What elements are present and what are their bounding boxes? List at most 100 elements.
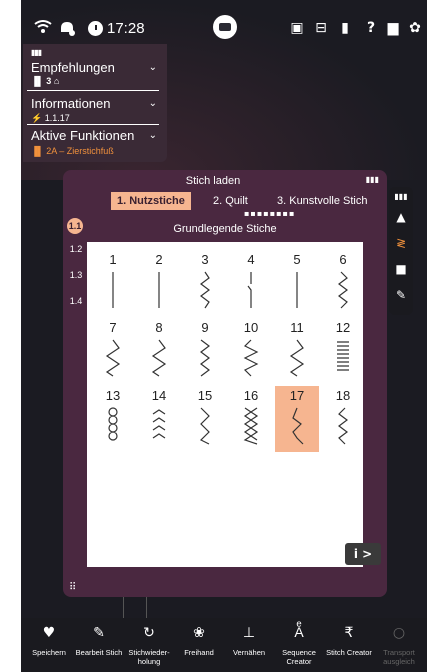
info-version: 1.1.17	[44, 113, 70, 123]
stitch-cell-18[interactable]: 18	[321, 386, 365, 452]
bottom-button-label: Bearbeit Stich	[75, 648, 123, 657]
stitch-cell-12[interactable]: 12	[321, 318, 365, 384]
chevron-down-icon[interactable]: ⌄	[149, 98, 157, 109]
wifi-update-icon[interactable]: ▣	[289, 20, 305, 36]
dialog-title: Stich laden	[185, 175, 241, 187]
file-manager-icon[interactable]: ⊟	[313, 20, 329, 36]
sewing-machine-icon: ⌂	[53, 76, 60, 86]
stitch-number: 8	[155, 320, 163, 335]
stitch-9-icon	[200, 339, 210, 377]
wifi-icon	[34, 20, 52, 33]
bottom-button-label: Sequence Creator	[282, 648, 316, 666]
stitch-16-icon	[243, 407, 259, 445]
drag-handle-icon[interactable]: ▮▮▮	[393, 189, 409, 205]
machine-mode-button[interactable]	[213, 15, 237, 39]
stitch-icon: ⚡	[31, 113, 43, 123]
bottom-button-label: Speichern	[32, 648, 66, 657]
tab-utility-stitches[interactable]: 1. Nutzstiche	[111, 192, 191, 210]
stitch-cell-3[interactable]: 3	[183, 250, 227, 316]
feed-balance-icon: ○	[392, 625, 406, 641]
machine-screen: 17:28 ▣ ⊟ ▮ ? ▆ ✿ ▮▮▮ Empfehlungen ⌄ ▐▌ …	[21, 0, 427, 672]
bottom-button-freehand[interactable]: ❀ Freihand	[175, 618, 223, 672]
bottom-button-stitch-creator[interactable]: ₹ Stitch Creator	[325, 618, 373, 672]
info-details: ⚡ 1.1.17	[31, 113, 70, 124]
bottom-button-label: Transport ausgleich	[383, 648, 415, 666]
bottom-button-repeat[interactable]: ↻ Stichwieder-holung	[125, 618, 173, 672]
divider	[27, 90, 159, 91]
subcategory-1-2[interactable]: 1.2	[65, 244, 87, 254]
book-icon[interactable]: ▮	[337, 20, 353, 36]
active-functions-details: ▐▌ 2A – Zierstichfuß	[31, 146, 114, 156]
subcategory-1-4[interactable]: 1.4	[65, 296, 87, 306]
bottom-button-sequence[interactable]: Aͤ Sequence Creator	[275, 618, 323, 672]
stitch-15-icon	[199, 407, 210, 445]
bottom-button-label: Freihand	[184, 648, 214, 657]
freehand-icon: ❀	[193, 625, 205, 641]
stitch-cell-11[interactable]: 11	[275, 318, 319, 384]
tie-off-icon: ⊥	[242, 625, 256, 641]
subcategory-heading: Grundlegende Stiche	[173, 223, 277, 235]
page-dots: ▪▪▪▪▪▪▪▪	[244, 209, 296, 218]
stitch-number: 17	[289, 388, 305, 403]
stitch-cell-5[interactable]: 5	[275, 250, 319, 316]
recommendations-details: ▐▌ 3 ⌂	[31, 76, 59, 86]
stitch-1-icon	[112, 272, 114, 308]
active-functions-label[interactable]: Aktive Funktionen	[31, 128, 134, 143]
stitch-8-icon	[151, 339, 167, 377]
stitch-cell-14[interactable]: 14	[137, 386, 181, 452]
stitch-cell-10[interactable]: 10	[229, 318, 273, 384]
drag-handle-icon[interactable]: ▮▮▮	[366, 175, 379, 184]
stitch-cell-7[interactable]: 7	[91, 318, 135, 384]
divider	[27, 124, 159, 125]
grid-view-icon[interactable]: ⠿	[69, 582, 76, 593]
stitch-cell-4[interactable]: 4	[229, 250, 273, 316]
stitch-number: 15	[197, 388, 213, 403]
stitch-number: 11	[290, 320, 304, 335]
bottom-function-bar: ♥ Speichern ✎ Bearbeit Stich ↻ Stichwieder-ho…	[21, 618, 427, 672]
mute-icon[interactable]	[58, 20, 76, 36]
stitch-cell-17[interactable]: 17	[275, 386, 319, 452]
chevron-right-icon: >	[362, 547, 373, 561]
stitch-number: 18	[335, 388, 351, 403]
stitch-5-icon	[296, 272, 298, 308]
stitch-12-icon	[337, 341, 349, 371]
subcategory-1-1[interactable]: 1.1	[67, 218, 83, 234]
stitch-cell-9[interactable]: 9	[183, 318, 227, 384]
presser-foot-icon[interactable]: ▲	[393, 209, 409, 225]
recommendations-label[interactable]: Empfehlungen	[31, 60, 115, 75]
help-icon[interactable]: ?	[363, 20, 379, 36]
stitch-number: 6	[339, 252, 347, 267]
chevron-down-icon[interactable]: ⌄	[149, 62, 157, 73]
tab-quilt[interactable]: 2. Quilt	[207, 192, 254, 210]
folder-icon[interactable]: ■	[393, 261, 409, 277]
stitch-cell-8[interactable]: 8	[137, 318, 181, 384]
stitch-number: 2	[155, 252, 163, 267]
stitch-number: 1	[109, 252, 117, 267]
drag-handle-icon[interactable]: ▮▮▮	[31, 48, 42, 57]
stitch-category-tabs: 1. Nutzstiche 2. Quilt 3. Kunstvolle Sti…	[111, 192, 368, 210]
stitch-cell-2[interactable]: 2	[137, 250, 181, 316]
stitch-cell-15[interactable]: 15	[183, 386, 227, 452]
tab-decorative-stitches[interactable]: 3. Kunstvolle Stich	[271, 192, 374, 210]
subcategory-1-3[interactable]: 1.3	[65, 270, 87, 280]
settings-gear-icon[interactable]: ✿	[407, 20, 423, 36]
recommendations-count: 3	[46, 76, 52, 86]
info-button[interactable]: i >	[345, 543, 381, 565]
stitch-cell-1[interactable]: 1	[91, 250, 135, 316]
bottom-button-edit-stitch[interactable]: ✎ Bearbeit Stich	[75, 618, 123, 672]
stitch-cell-13[interactable]: 13	[91, 386, 135, 452]
stitch-load-dialog: Stich laden ▮▮▮ 1. Nutzstiche 2. Quilt 3…	[63, 170, 387, 597]
bottom-button-tie-off[interactable]: ⊥ Vernähen	[225, 618, 273, 672]
stitch-cell-6[interactable]: 6	[321, 250, 365, 316]
bottom-button-label: Stitch Creator	[326, 648, 372, 657]
bottom-button-heart[interactable]: ♥ Speichern	[25, 618, 73, 672]
info-label[interactable]: Informationen	[31, 96, 111, 111]
manual-icon[interactable]: ▆	[385, 20, 401, 36]
edit-icon[interactable]: ✎	[393, 287, 409, 303]
right-toolbar: ▮▮▮ ▲ ≷ ■ ✎	[389, 187, 413, 315]
stitch-11-icon	[289, 339, 305, 377]
stitch-menu-icon[interactable]: ≷	[393, 235, 409, 251]
stitch-cell-16[interactable]: 16	[229, 386, 273, 452]
chevron-down-icon[interactable]: ⌄	[149, 130, 157, 141]
stitch-6-icon	[338, 271, 348, 309]
